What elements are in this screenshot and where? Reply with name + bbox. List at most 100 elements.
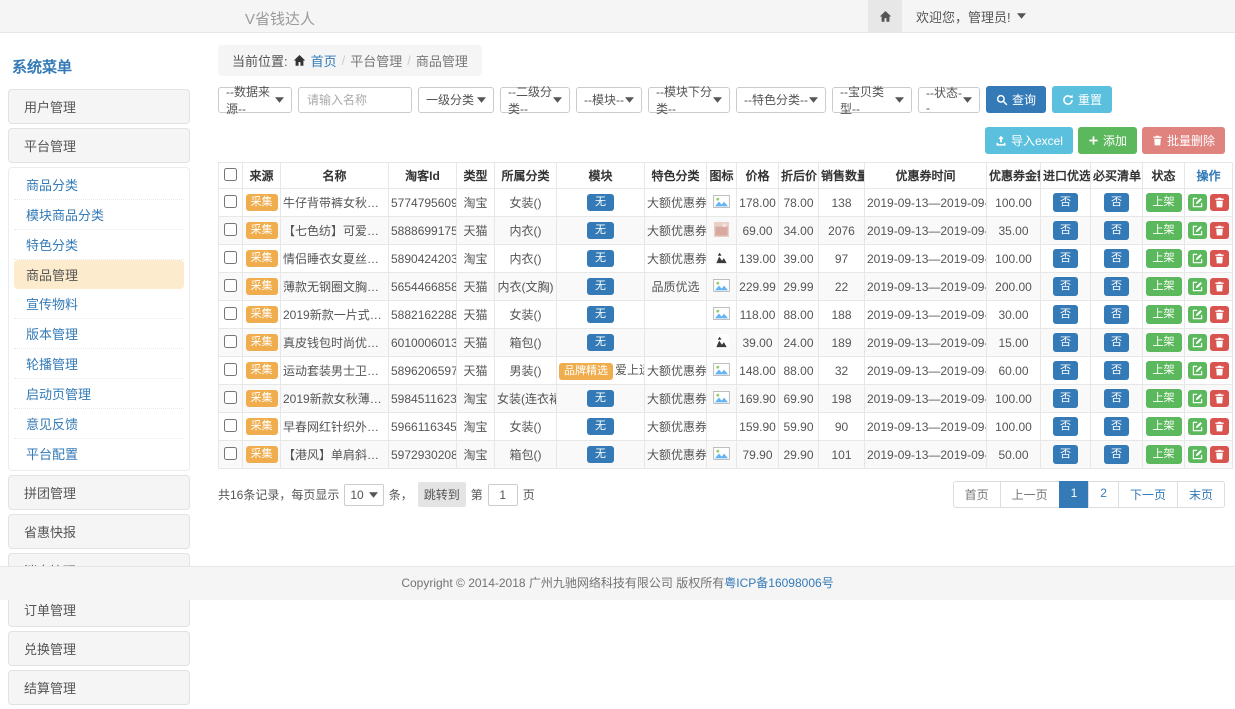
jump-button[interactable]: 跳转到 — [418, 482, 466, 507]
status-button[interactable]: 上架 — [1146, 445, 1182, 464]
row-checkbox[interactable] — [224, 363, 237, 376]
delete-button[interactable] — [1210, 278, 1229, 295]
sidebar-item[interactable]: 版本管理 — [14, 319, 184, 349]
name-search-input[interactable] — [298, 87, 412, 113]
sidebar-item[interactable]: 用户管理 — [8, 89, 190, 124]
pager-button[interactable]: 1 — [1059, 481, 1090, 508]
must-buy-toggle[interactable]: 否 — [1104, 417, 1129, 436]
delete-button[interactable] — [1210, 306, 1229, 323]
filter-select[interactable]: 一级分类 — [418, 87, 494, 113]
status-button[interactable]: 上架 — [1146, 417, 1182, 436]
row-checkbox[interactable] — [224, 195, 237, 208]
select-all-checkbox[interactable] — [224, 168, 237, 181]
import-select-toggle[interactable]: 否 — [1053, 445, 1078, 464]
import-select-toggle[interactable]: 否 — [1053, 193, 1078, 212]
import-select-toggle[interactable]: 否 — [1053, 361, 1078, 380]
breadcrumb-home-link[interactable]: 首页 — [311, 51, 337, 70]
filter-select[interactable]: --特色分类-- — [736, 87, 826, 113]
delete-button[interactable] — [1210, 446, 1229, 463]
import-select-toggle[interactable]: 否 — [1053, 277, 1078, 296]
sidebar-item[interactable]: 省惠快报 — [8, 514, 190, 549]
status-button[interactable]: 上架 — [1146, 249, 1182, 268]
must-buy-toggle[interactable]: 否 — [1104, 389, 1129, 408]
edit-button[interactable] — [1188, 194, 1207, 211]
edit-button[interactable] — [1188, 278, 1207, 295]
row-checkbox[interactable] — [224, 447, 237, 460]
delete-button[interactable] — [1210, 390, 1229, 407]
delete-button[interactable] — [1210, 418, 1229, 435]
sidebar-item[interactable]: 平台管理 — [8, 128, 190, 163]
pager-button[interactable]: 末页 — [1177, 481, 1225, 508]
pager-button[interactable]: 2 — [1088, 481, 1119, 508]
delete-button[interactable] — [1210, 250, 1229, 267]
pager-button[interactable]: 首页 — [953, 481, 1001, 508]
sidebar-item[interactable]: 平台配置 — [14, 439, 184, 468]
status-button[interactable]: 上架 — [1146, 361, 1182, 380]
edit-button[interactable] — [1188, 362, 1207, 379]
edit-button[interactable] — [1188, 446, 1207, 463]
pager-button[interactable]: 下一页 — [1118, 481, 1178, 508]
pager-button[interactable]: 上一页 — [1000, 481, 1060, 508]
sidebar-item[interactable]: 拼团管理 — [8, 475, 190, 510]
reset-button[interactable]: 重置 — [1052, 86, 1112, 113]
filter-select[interactable]: --宝贝类型-- — [832, 87, 912, 113]
icp-link[interactable]: 粤ICP备16098006号 — [724, 576, 833, 590]
filter-select[interactable]: --二级分类-- — [500, 87, 570, 113]
edit-button[interactable] — [1188, 334, 1207, 351]
import-select-toggle[interactable]: 否 — [1053, 305, 1078, 324]
jump-page-input[interactable] — [488, 484, 518, 506]
status-button[interactable]: 上架 — [1146, 193, 1182, 212]
sidebar-item[interactable]: 宣传物料 — [14, 289, 184, 319]
must-buy-toggle[interactable]: 否 — [1104, 445, 1129, 464]
import-select-toggle[interactable]: 否 — [1053, 249, 1078, 268]
add-button[interactable]: 添加 — [1078, 127, 1137, 154]
delete-button[interactable] — [1210, 222, 1229, 239]
sidebar-item[interactable]: 兑换管理 — [8, 631, 190, 666]
sidebar-item[interactable]: 启动页管理 — [14, 379, 184, 409]
user-menu[interactable]: 欢迎您，管理员! — [902, 7, 1040, 26]
sidebar-item[interactable]: 商品管理 — [14, 260, 184, 289]
sidebar-item[interactable]: 轮播管理 — [14, 349, 184, 379]
row-checkbox[interactable] — [224, 335, 237, 348]
import-select-toggle[interactable]: 否 — [1053, 389, 1078, 408]
must-buy-toggle[interactable]: 否 — [1104, 249, 1129, 268]
status-button[interactable]: 上架 — [1146, 277, 1182, 296]
must-buy-toggle[interactable]: 否 — [1104, 361, 1129, 380]
filter-select[interactable]: --状态-- — [918, 87, 980, 113]
edit-button[interactable] — [1188, 306, 1207, 323]
import-excel-button[interactable]: 导入excel — [985, 127, 1073, 154]
must-buy-toggle[interactable]: 否 — [1104, 333, 1129, 352]
per-page-select[interactable]: 10 — [344, 484, 383, 506]
row-checkbox[interactable] — [224, 279, 237, 292]
edit-button[interactable] — [1188, 390, 1207, 407]
must-buy-toggle[interactable]: 否 — [1104, 277, 1129, 296]
row-checkbox[interactable] — [224, 223, 237, 236]
sidebar-item[interactable]: 结算管理 — [8, 670, 190, 705]
home-button[interactable] — [868, 0, 902, 32]
must-buy-toggle[interactable]: 否 — [1104, 305, 1129, 324]
edit-button[interactable] — [1188, 222, 1207, 239]
status-button[interactable]: 上架 — [1146, 389, 1182, 408]
filter-select[interactable]: --模块下分类-- — [648, 87, 730, 113]
filter-select[interactable]: --数据来源-- — [218, 87, 292, 113]
query-button[interactable]: 查询 — [986, 86, 1046, 113]
sidebar-item[interactable]: 意见反馈 — [14, 409, 184, 439]
filter-select[interactable]: --模块-- — [576, 87, 642, 113]
delete-button[interactable] — [1210, 334, 1229, 351]
must-buy-toggle[interactable]: 否 — [1104, 193, 1129, 212]
must-buy-toggle[interactable]: 否 — [1104, 221, 1129, 240]
import-select-toggle[interactable]: 否 — [1053, 221, 1078, 240]
row-checkbox[interactable] — [224, 251, 237, 264]
status-button[interactable]: 上架 — [1146, 305, 1182, 324]
delete-button[interactable] — [1210, 362, 1229, 379]
status-button[interactable]: 上架 — [1146, 221, 1182, 240]
batch-delete-button[interactable]: 批量删除 — [1142, 127, 1225, 154]
sidebar-item[interactable]: 模块商品分类 — [14, 200, 184, 230]
edit-button[interactable] — [1188, 418, 1207, 435]
row-checkbox[interactable] — [224, 391, 237, 404]
sidebar-item[interactable]: 商品分类 — [14, 170, 184, 200]
delete-button[interactable] — [1210, 194, 1229, 211]
row-checkbox[interactable] — [224, 307, 237, 320]
sidebar-item[interactable]: 特色分类 — [14, 230, 184, 260]
row-checkbox[interactable] — [224, 419, 237, 432]
